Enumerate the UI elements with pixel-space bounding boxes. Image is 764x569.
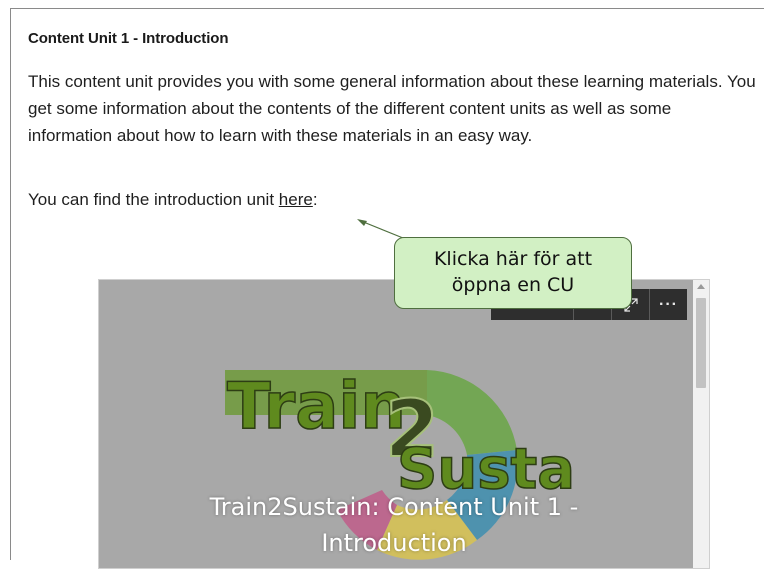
more-options-button[interactable]: ···: [649, 289, 687, 320]
scroll-up-arrow-icon[interactable]: [697, 284, 705, 289]
description-paragraph: This content unit provides you with some…: [28, 72, 756, 145]
callout-line-1: Klicka här för att: [433, 248, 593, 270]
title-line-2: Introduction: [321, 529, 467, 557]
player-scrollbar[interactable]: [693, 280, 709, 568]
find-suffix-text: :: [312, 190, 318, 209]
embedded-presentation-player[interactable]: ··· Train 2 Sustain Train2Sustain: Conte…: [98, 279, 710, 569]
find-prefix-text: You can find the introduction unit: [28, 190, 279, 209]
content-unit-heading: Content Unit 1 - Introduction: [28, 30, 229, 47]
title-line-1: Train2Sustain: Content Unit 1 -: [209, 493, 579, 521]
more-icon: ···: [659, 295, 678, 313]
frame-border-top: [10, 8, 764, 9]
callout-line-2: öppna en CU: [451, 274, 575, 296]
scroll-thumb[interactable]: [696, 298, 706, 388]
frame-border-left: [10, 8, 11, 560]
here-link[interactable]: here: [279, 190, 313, 209]
find-introduction-line: You can find the introduction unit here:: [28, 188, 318, 212]
svg-text:Train: Train: [227, 370, 406, 444]
presentation-title: Train2Sustain: Content Unit 1 - Introduc…: [139, 489, 649, 561]
annotation-callout: Klicka här för att öppna en CU: [394, 237, 632, 309]
